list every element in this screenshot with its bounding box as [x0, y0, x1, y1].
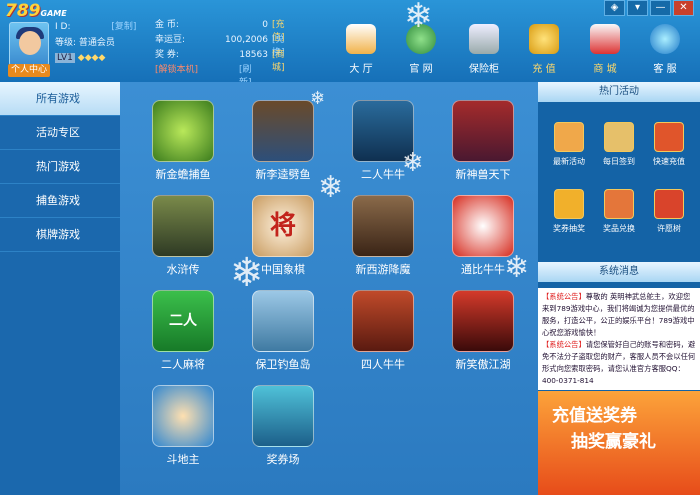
top-bar: 789GAME 个人中心 I D: [复制] 等级: 普通会员 LV1 ◆◆◆◆… [0, 0, 700, 88]
game-tile[interactable]: 奖券场 [242, 385, 324, 467]
coins-value: 0 [262, 20, 268, 30]
safe-icon [469, 24, 499, 54]
coins-icon [529, 24, 559, 54]
nav-mall[interactable]: 商 城 [580, 24, 630, 75]
hero-icon [152, 195, 214, 257]
sidebar-item-all-games[interactable]: 所有游戏 [0, 82, 120, 116]
island-icon [252, 290, 314, 352]
system-message-title: 系统消息 [538, 262, 700, 282]
wheel-icon [554, 189, 584, 219]
activity-exchange[interactable]: 奖品兑换 [594, 189, 644, 234]
snowflake-icon: ❄ [310, 88, 326, 109]
nav-safe[interactable]: 保险柜 [459, 24, 509, 75]
demon-icon [352, 195, 414, 257]
right-panel: 热门活动 最新活动 每日签到 快速充值 奖券抽奖 奖品兑换 许愿树 系统消息 【… [538, 82, 700, 495]
nav-recharge[interactable]: 充 值 [519, 24, 569, 75]
promo-banner[interactable]: 充值送奖券 抽奖赢豪礼 [538, 391, 700, 495]
mermaid-icon [252, 385, 314, 447]
user-level-value: 普通会员 [78, 38, 115, 48]
nav-lobby[interactable]: 大 厅 [336, 24, 386, 75]
game-tile[interactable]: 保卫钓鱼岛 [242, 290, 324, 372]
avatar-face [19, 31, 41, 55]
app-logo: 789GAME [5, 1, 67, 21]
skin-icon[interactable]: ◈ [604, 0, 625, 16]
sidebar-item-activity[interactable]: 活动专区 [0, 116, 120, 150]
game-tile[interactable]: 新李逵劈鱼 [242, 100, 324, 182]
game-tile[interactable]: 四人牛牛 [342, 290, 424, 372]
sidebar: 所有游戏 活动专区 热门游戏 捕鱼游戏 棋牌游戏 [0, 82, 120, 495]
gift-icon [654, 122, 684, 152]
ticket-value: 18563 [239, 50, 268, 60]
game-tile[interactable]: 新神兽天下 [442, 100, 524, 182]
level-badge: LV1 [55, 53, 75, 63]
activity-checkin[interactable]: 每日签到 [594, 122, 644, 167]
bag-icon [554, 122, 584, 152]
sidebar-item-chess[interactable]: 棋牌游戏 [0, 218, 120, 252]
user-level-row: 等级: 普通会员 [55, 38, 115, 48]
toad-icon [152, 100, 214, 162]
promo-line2: 抽奖赢豪礼 [571, 432, 656, 452]
snowflake-icon: ❄ [504, 250, 530, 285]
game-grid: 新金蟾捕鱼 新李逵劈鱼 二人牛牛 新神兽天下 水浒传 将中国象棋 新西游降魔 通… [120, 82, 538, 495]
sidebar-item-hot[interactable]: 热门游戏 [0, 150, 120, 184]
warrior-icon [252, 100, 314, 162]
avatar[interactable] [9, 22, 49, 66]
unlock-row: [解锁本机] [刷 新] [155, 64, 252, 88]
game-tile[interactable]: 新金蟾捕鱼 [142, 100, 224, 182]
game-tile[interactable]: 斗地主 [142, 385, 224, 467]
cart-icon [590, 24, 620, 54]
user-badges: LV1 ◆◆◆◆ [55, 52, 105, 65]
ticket-row: 奖 券: 18563 [商 城] [155, 50, 285, 73]
calendar-icon [604, 122, 634, 152]
activity-lottery[interactable]: 奖券抽奖 [544, 189, 594, 234]
unlock-link[interactable]: [解锁本机] [155, 65, 198, 75]
lucky-row: 幸运豆: 100,2006 [兑 换] [155, 35, 285, 58]
snowflake-icon: ❄ [230, 250, 264, 296]
ox-icon [452, 195, 514, 257]
headset-icon [650, 24, 680, 54]
copy-link[interactable]: [复制] [111, 22, 136, 32]
lucky-value: 100,2006 [225, 35, 268, 45]
user-id-label: I D: [55, 22, 71, 32]
game-tile[interactable]: 二人 二人麻将 [142, 290, 224, 372]
snowflake-icon: ❄ [402, 148, 424, 178]
mahjong-icon: 二人 [152, 290, 214, 352]
game-tile[interactable]: 新笑傲江湖 [442, 290, 524, 372]
promo-line1: 充值送奖券 [552, 406, 637, 426]
activity-quick-recharge[interactable]: 快速充值 [644, 122, 694, 167]
window-controls: ◈ ▾ — ✕ [604, 0, 694, 16]
minimize-icon[interactable]: — [650, 0, 671, 16]
chess-piece-icon: 将 [252, 195, 314, 257]
user-id-row: I D: [复制] [55, 21, 136, 34]
coins-row: 金 币: 0 [充 值] [155, 20, 285, 43]
activity-wish-tree[interactable]: 许愿树 [644, 189, 694, 234]
snowflake-icon: ❄ [318, 170, 344, 205]
hot-activities-title: 热门活动 [538, 82, 700, 102]
swordsman-icon [452, 290, 514, 352]
bull-icon [352, 290, 414, 352]
sidebar-item-fishing[interactable]: 捕鱼游戏 [0, 184, 120, 218]
present-icon [604, 189, 634, 219]
mall-link[interactable]: [商 城] [272, 49, 285, 75]
nav-service[interactable]: 客 服 [640, 24, 690, 75]
personal-center-button[interactable]: 个人中心 [8, 64, 50, 77]
game-tile[interactable]: 新西游降魔 [342, 195, 424, 277]
house-icon [346, 24, 376, 54]
snowflake-icon: ❄ [404, 0, 433, 36]
close-icon[interactable]: ✕ [673, 0, 694, 16]
landlord-icon [152, 385, 214, 447]
tree-icon [654, 189, 684, 219]
game-tile[interactable]: 水浒传 [142, 195, 224, 277]
menu-icon[interactable]: ▾ [627, 0, 648, 16]
beast-icon [452, 100, 514, 162]
system-notice: 【系统公告】尊敬的 英明神武总舵主，欢迎您来到789游戏中心，我们将竭诚为您提供… [538, 288, 700, 390]
diamond-icon: ◆◆◆◆ [77, 53, 106, 63]
activity-latest[interactable]: 最新活动 [544, 122, 594, 167]
